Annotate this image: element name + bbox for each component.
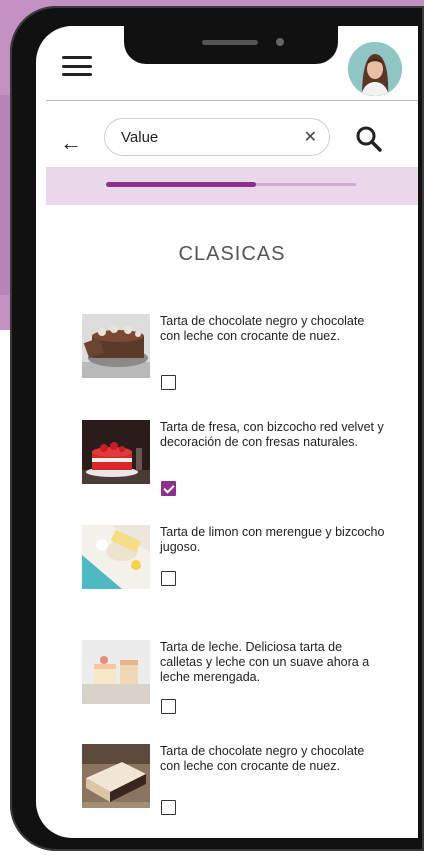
- search-input[interactable]: Value ✕: [104, 118, 330, 156]
- item-description: Tarta de chocolate negro y chocolate con…: [160, 314, 365, 343]
- item-description: Tarta de chocolate negro y chocolate con…: [160, 744, 365, 773]
- cake-image: [82, 314, 150, 378]
- progress-track: [106, 182, 356, 187]
- cake-image: [82, 525, 150, 589]
- phone-notch: [124, 24, 338, 64]
- progress-fill: [106, 182, 256, 187]
- cake-image: [82, 420, 150, 484]
- list-item: Tarta de chocolate negro y chocolate con…: [82, 744, 382, 826]
- back-arrow-icon[interactable]: ←: [58, 130, 84, 156]
- hamburger-menu-icon[interactable]: [62, 56, 92, 76]
- item-checkbox[interactable]: [161, 481, 176, 496]
- cake-image: [82, 640, 150, 704]
- item-description: Tarta de limon con merengue y bizcocho j…: [160, 525, 385, 554]
- avatar[interactable]: [348, 42, 402, 96]
- item-description: Tarta de fresa, con bizcocho red velvet …: [160, 420, 384, 449]
- list-item: Tarta de fresa, con bizcocho red velvet …: [82, 420, 384, 502]
- section-title: CLASICAS: [178, 243, 286, 265]
- list-item: Tarta de chocolate negro y chocolate con…: [82, 314, 382, 396]
- cake-image: [82, 744, 150, 808]
- item-checkbox[interactable]: [161, 375, 176, 390]
- close-icon[interactable]: ✕: [304, 127, 317, 147]
- item-description: Tarta de leche. Deliciosa tarta de calle…: [160, 640, 370, 684]
- search-value: Value: [121, 129, 159, 146]
- front-camera: [276, 38, 284, 46]
- item-checkbox[interactable]: [161, 571, 176, 586]
- progress-strip: [46, 167, 418, 205]
- item-checkbox[interactable]: [161, 800, 176, 815]
- search-icon[interactable]: [354, 124, 384, 154]
- item-checkbox[interactable]: [161, 699, 176, 714]
- list-item: Tarta de leche. Deliciosa tarta de calle…: [82, 640, 382, 722]
- speaker-grille: [202, 40, 258, 45]
- list-item: Tarta de limon con merengue y bizcocho j…: [82, 525, 384, 607]
- header-divider: [46, 100, 418, 101]
